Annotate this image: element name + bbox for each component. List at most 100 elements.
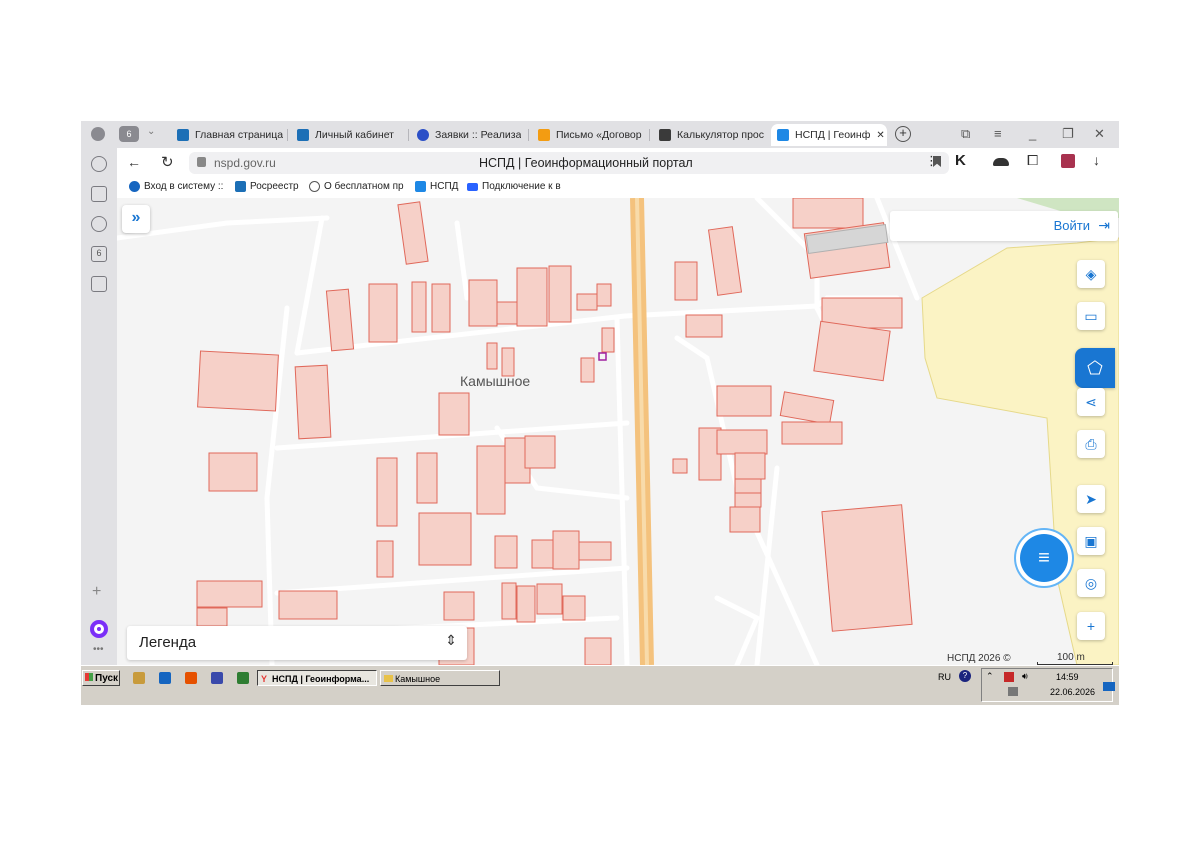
clock-time[interactable]: 14:59 [1056, 672, 1079, 682]
photoshop-icon[interactable] [159, 672, 171, 684]
bookmark-label: НСПД [430, 181, 459, 192]
browser-tab-strip: 6 ⌄ Главная страница Личный кабинет Заяв… [81, 121, 1119, 148]
restore-button[interactable]: ❐ [1062, 126, 1074, 142]
map-view[interactable]: Камышное » Войти ⇥ ◈ ▭ ⬠ ⋖ ⎙ ➤ ▣ ◎ + ≡ Л… [117, 198, 1119, 665]
taskbar-window-browser[interactable]: Y НСПД | Геоинформа... [257, 670, 377, 686]
tab-calculator[interactable]: Калькулятор прос [659, 124, 765, 146]
tab-label: Калькулятор прос [677, 129, 764, 141]
tab-nspd[interactable]: НСПД | Геоинф ✕ [771, 124, 887, 146]
calculator-icon [659, 129, 671, 141]
rosreestr-icon [297, 129, 309, 141]
tab-main-page[interactable]: Главная страница [177, 124, 283, 146]
play-icon[interactable] [91, 216, 107, 232]
nspd-icon [415, 181, 426, 192]
tab-label: НСПД | Геоинф [795, 129, 871, 141]
history-icon[interactable] [91, 156, 107, 172]
extension-stamp-icon[interactable] [1061, 154, 1075, 168]
zoom-in-button[interactable]: + [1077, 612, 1105, 640]
rosreestr-icon [177, 129, 189, 141]
login-button[interactable]: Войти ⇥ [890, 211, 1118, 241]
video-icon [467, 182, 478, 191]
chat-button[interactable]: ≡ [1020, 534, 1068, 582]
alice-icon[interactable] [90, 620, 108, 638]
extension-hat-icon[interactable] [993, 158, 1009, 166]
ruler-button[interactable]: ▭ [1077, 302, 1105, 330]
globe-icon [129, 181, 140, 192]
extension-k-icon[interactable]: K [955, 152, 966, 169]
share-button[interactable]: ⋖ [1077, 388, 1105, 416]
geolocation-button[interactable]: ➤ [1077, 485, 1105, 513]
print-button[interactable]: ⎙ [1077, 430, 1105, 458]
taskbar-window-folder[interactable]: Камышное [380, 670, 500, 686]
menu-icon[interactable]: ≡ [994, 126, 1002, 141]
show-desktop-icon[interactable] [1103, 682, 1115, 691]
network-icon[interactable] [1004, 672, 1014, 682]
bookmark-login[interactable]: Вход в систему :: [129, 181, 223, 192]
selection-tool-button[interactable]: ⬠ [1075, 348, 1115, 388]
tab-mail[interactable]: Письмо «Договор [538, 124, 643, 146]
start-button[interactable]: Пуск [82, 670, 120, 686]
minimize-button[interactable]: _ [1029, 126, 1036, 141]
selection-tool-icon: ⬠ [1087, 358, 1103, 378]
close-icon[interactable]: ✕ [876, 130, 884, 141]
parcels [196, 198, 913, 665]
back-icon[interactable]: ← [127, 154, 141, 170]
tabs-icon[interactable] [91, 186, 107, 202]
login-label: Войти [1053, 218, 1090, 233]
save-icon[interactable] [211, 672, 223, 684]
tab-requests[interactable]: Заявки :: Реализа [417, 124, 521, 146]
search-location-button[interactable]: ◎ [1077, 569, 1105, 597]
screenshot-icon[interactable] [91, 276, 107, 292]
volume-icon[interactable]: 🔊︎ [1022, 671, 1028, 682]
layers-button[interactable]: ◈ [1077, 260, 1105, 288]
folder-icon [384, 675, 393, 682]
printer-icon[interactable] [1008, 687, 1018, 696]
rosreestr-icon [235, 181, 246, 192]
legend-label: Легенда [139, 634, 197, 651]
add-icon[interactable]: + [92, 583, 101, 601]
copyright-text: НСПД 2026 © [947, 653, 1011, 664]
chevron-down-icon[interactable]: ⌄ [147, 126, 155, 137]
expand-panel-button[interactable]: » [122, 205, 150, 233]
tab-count-badge[interactable]: 6 [119, 126, 139, 142]
download-icon[interactable]: ↓ [1093, 152, 1100, 168]
url-field[interactable]: nspd.gov.ru НСПД | Геоинформационный пор… [189, 152, 949, 174]
bookmark-connect[interactable]: Подключение к в [467, 181, 561, 192]
tab-personal-account[interactable]: Личный кабинет [297, 124, 397, 146]
login-icon: ⇥ [1098, 217, 1110, 233]
more-icon[interactable]: ••• [93, 644, 104, 655]
tray-chevron-icon[interactable]: ⌃ [986, 671, 994, 682]
clock-date[interactable]: 22.06.2026 [1050, 687, 1095, 697]
library-icon[interactable] [133, 672, 145, 684]
counter-icon[interactable]: 6 [91, 246, 107, 262]
minimap-button[interactable]: ▣ [1077, 527, 1105, 555]
bookmark-label: О бесплатном пр [324, 181, 404, 192]
place-label: Камышное [460, 373, 531, 389]
yandex-icon: Y [261, 674, 268, 684]
tab-label: Главная страница [195, 129, 283, 141]
close-window-button[interactable]: ✕ [1094, 126, 1105, 142]
tab-label: Заявки :: Реализа [435, 129, 521, 141]
new-tab-button[interactable]: + [895, 126, 911, 142]
bookmark-free[interactable]: О бесплатном пр [309, 181, 404, 192]
screen: 6 ⌄ Главная страница Личный кабинет Заяв… [81, 121, 1119, 705]
map-canvas[interactable] [117, 198, 1119, 665]
bookmark-label: Росреестр [250, 181, 299, 192]
windows-flag-icon [85, 673, 93, 681]
collections-icon[interactable]: ⧉ [961, 126, 970, 142]
expand-arrows-icon[interactable]: ⇕ [445, 632, 457, 649]
profile-icon[interactable] [91, 127, 105, 141]
excel-icon[interactable] [237, 672, 249, 684]
tab-label: Личный кабинет [315, 129, 394, 141]
bookmark-label: Вход в систему :: [144, 181, 224, 192]
extension-puzzle-icon[interactable]: ⧠ [1027, 152, 1038, 169]
illustrator-icon[interactable] [185, 672, 197, 684]
bookmark-nspd[interactable]: НСПД [415, 181, 458, 192]
more-vert-icon[interactable]: ⋮ [925, 153, 938, 169]
bookmark-rosreestr[interactable]: Росреестр [235, 181, 299, 192]
language-indicator[interactable]: RU [938, 672, 951, 682]
help-icon[interactable]: ? [959, 670, 971, 682]
layers-icon: ◈ [1085, 266, 1097, 282]
reload-icon[interactable]: ↻ [161, 153, 174, 171]
legend-panel[interactable]: Легенда ⇕ [127, 626, 467, 660]
